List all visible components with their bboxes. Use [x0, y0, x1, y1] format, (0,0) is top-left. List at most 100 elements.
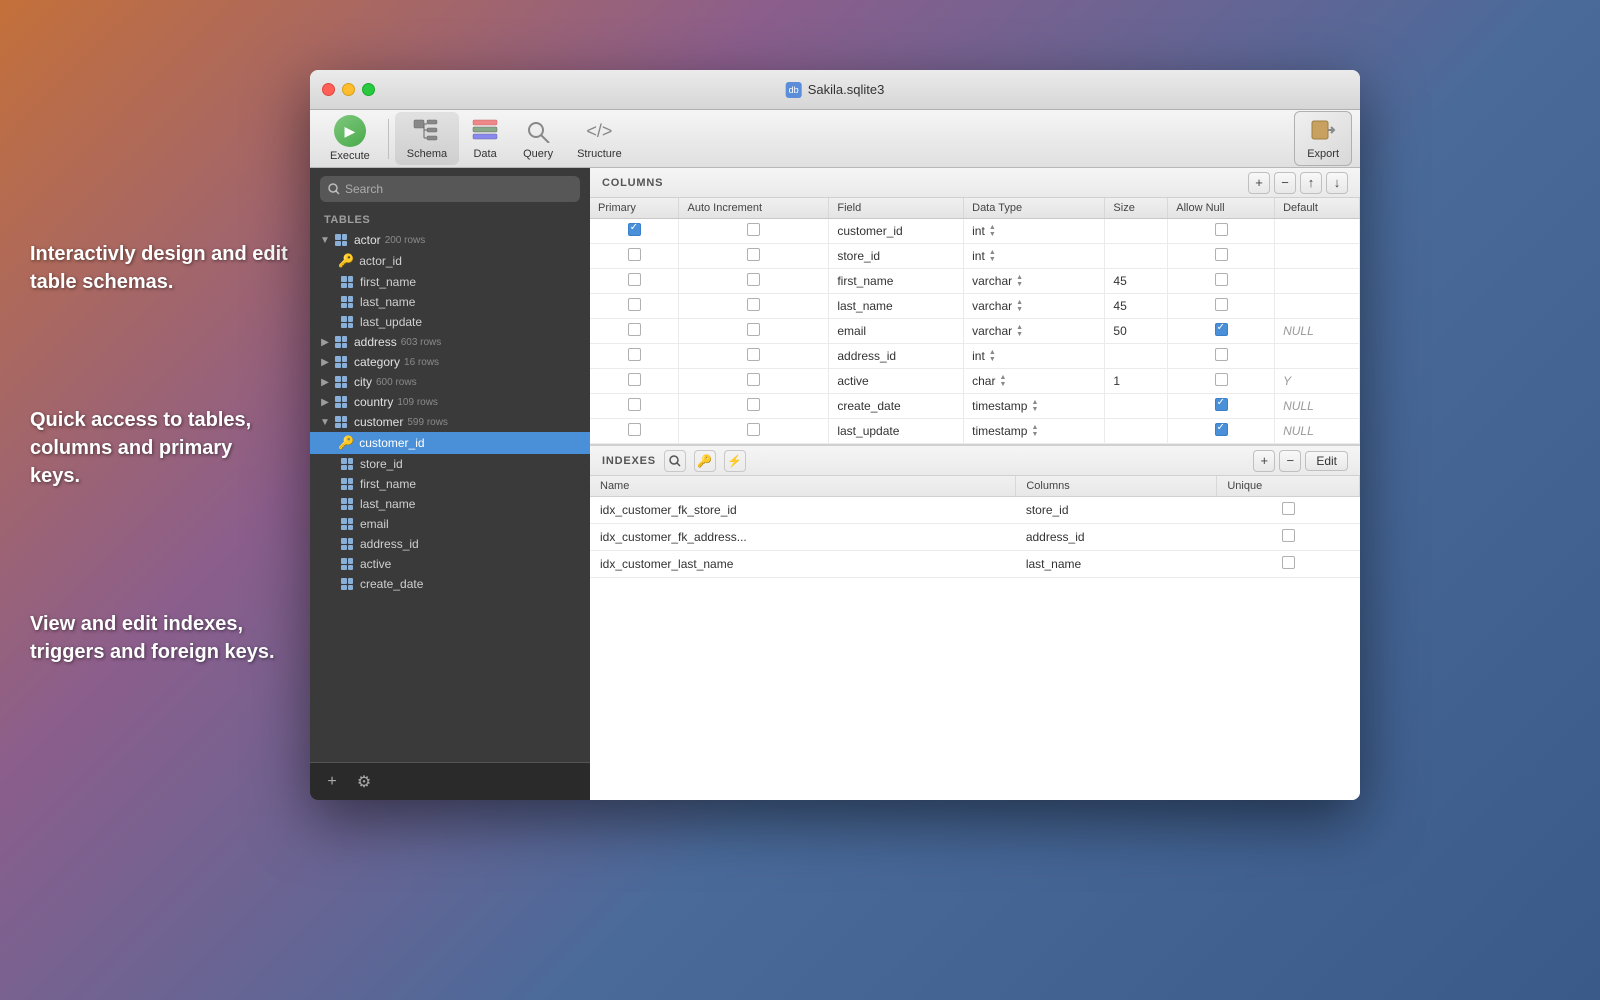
- remove-index-button[interactable]: −: [1279, 450, 1301, 472]
- unique-checkbox[interactable]: [1282, 556, 1295, 569]
- auto-inc-checkbox[interactable]: [747, 348, 760, 361]
- primary-checkbox[interactable]: [628, 348, 641, 361]
- move-down-button[interactable]: ↓: [1326, 172, 1348, 194]
- td-auto-inc[interactable]: [679, 294, 829, 319]
- td-auto-inc[interactable]: [679, 244, 829, 269]
- td-auto-inc[interactable]: [679, 344, 829, 369]
- auto-inc-checkbox[interactable]: [747, 248, 760, 261]
- tree-col-email[interactable]: email: [310, 514, 590, 534]
- primary-checkbox[interactable]: [628, 373, 641, 386]
- td-allow-null[interactable]: [1168, 344, 1275, 369]
- tree-col-address-id[interactable]: address_id: [310, 534, 590, 554]
- allow-null-checkbox[interactable]: [1215, 398, 1228, 411]
- primary-checkbox[interactable]: [628, 298, 641, 311]
- allow-null-checkbox[interactable]: [1215, 373, 1228, 386]
- settings-button[interactable]: ⚙: [352, 770, 376, 794]
- tree-table-actor[interactable]: ▼ actor 200 rows: [310, 230, 590, 250]
- primary-checkbox[interactable]: [628, 423, 641, 436]
- tree-table-category[interactable]: ▶ category 16 rows: [310, 352, 590, 372]
- type-stepper[interactable]: ▲▼: [1016, 298, 1026, 314]
- indexes-table-row[interactable]: idx_customer_fk_store_id store_id: [590, 497, 1360, 524]
- auto-inc-checkbox[interactable]: [747, 273, 760, 286]
- td-primary[interactable]: [590, 419, 679, 444]
- td-allow-null[interactable]: [1168, 269, 1275, 294]
- add-index-button[interactable]: +: [1253, 450, 1275, 472]
- auto-inc-checkbox[interactable]: [747, 298, 760, 311]
- td-primary[interactable]: [590, 369, 679, 394]
- tree-table-country[interactable]: ▶ country 109 rows: [310, 392, 590, 412]
- schema-button[interactable]: Schema: [395, 112, 459, 165]
- td-data-type[interactable]: int ▲▼: [964, 344, 1105, 369]
- type-stepper[interactable]: ▲▼: [999, 373, 1009, 389]
- tree-scroll[interactable]: ▼ actor 200 rows 🔑 actor_id first_name: [310, 230, 590, 762]
- edit-index-button[interactable]: Edit: [1305, 451, 1348, 471]
- td-auto-inc[interactable]: [679, 419, 829, 444]
- remove-column-button[interactable]: −: [1274, 172, 1296, 194]
- allow-null-checkbox[interactable]: [1215, 348, 1228, 361]
- td-primary[interactable]: [590, 344, 679, 369]
- columns-table-row[interactable]: first_name varchar ▲▼ 45: [590, 269, 1360, 294]
- td-allow-null[interactable]: [1168, 369, 1275, 394]
- query-button[interactable]: Query: [511, 112, 565, 165]
- add-column-button[interactable]: +: [1248, 172, 1270, 194]
- columns-table-row[interactable]: create_date timestamp ▲▼ NULL: [590, 394, 1360, 419]
- td-data-type[interactable]: timestamp ▲▼: [964, 394, 1105, 419]
- search-input[interactable]: [345, 182, 572, 196]
- key-index-button[interactable]: 🔑: [694, 450, 716, 472]
- type-stepper[interactable]: ▲▼: [1016, 323, 1026, 339]
- type-stepper[interactable]: ▲▼: [989, 348, 999, 364]
- td-data-type[interactable]: varchar ▲▼: [964, 269, 1105, 294]
- unique-checkbox[interactable]: [1282, 502, 1295, 515]
- auto-inc-checkbox[interactable]: [747, 423, 760, 436]
- td-primary[interactable]: [590, 319, 679, 344]
- type-stepper[interactable]: ▲▼: [1031, 398, 1041, 414]
- search-index-button[interactable]: [664, 450, 686, 472]
- allow-null-checkbox[interactable]: [1215, 223, 1228, 236]
- auto-inc-checkbox[interactable]: [747, 223, 760, 236]
- primary-checkbox[interactable]: [628, 223, 641, 236]
- tree-col-active[interactable]: active: [310, 554, 590, 574]
- columns-table-row[interactable]: customer_id int ▲▼: [590, 219, 1360, 244]
- td-primary[interactable]: [590, 269, 679, 294]
- type-stepper[interactable]: ▲▼: [989, 223, 999, 239]
- td-allow-null[interactable]: [1168, 244, 1275, 269]
- tree-col-create-date[interactable]: create_date: [310, 574, 590, 594]
- td-idx-unique[interactable]: [1217, 551, 1360, 578]
- columns-table-row[interactable]: address_id int ▲▼: [590, 344, 1360, 369]
- execute-button[interactable]: ▶ Execute: [318, 110, 382, 167]
- td-data-type[interactable]: varchar ▲▼: [964, 294, 1105, 319]
- move-up-button[interactable]: ↑: [1300, 172, 1322, 194]
- td-auto-inc[interactable]: [679, 219, 829, 244]
- tree-col-last-update-actor[interactable]: last_update: [310, 312, 590, 332]
- td-data-type[interactable]: int ▲▼: [964, 219, 1105, 244]
- auto-inc-checkbox[interactable]: [747, 323, 760, 336]
- tree-col-actor-id[interactable]: 🔑 actor_id: [310, 250, 590, 272]
- primary-checkbox[interactable]: [628, 248, 641, 261]
- structure-button[interactable]: </> Structure: [565, 112, 634, 165]
- columns-table-row[interactable]: email varchar ▲▼ 50 NULL: [590, 319, 1360, 344]
- unique-checkbox[interactable]: [1282, 529, 1295, 542]
- td-auto-inc[interactable]: [679, 269, 829, 294]
- auto-inc-checkbox[interactable]: [747, 373, 760, 386]
- td-auto-inc[interactable]: [679, 394, 829, 419]
- add-table-button[interactable]: +: [320, 770, 344, 794]
- td-primary[interactable]: [590, 244, 679, 269]
- td-auto-inc[interactable]: [679, 369, 829, 394]
- td-allow-null[interactable]: [1168, 319, 1275, 344]
- primary-checkbox[interactable]: [628, 323, 641, 336]
- type-stepper[interactable]: ▲▼: [1031, 423, 1041, 439]
- primary-checkbox[interactable]: [628, 273, 641, 286]
- td-data-type[interactable]: varchar ▲▼: [964, 319, 1105, 344]
- allow-null-checkbox[interactable]: [1215, 423, 1228, 436]
- tree-table-city[interactable]: ▶ city 600 rows: [310, 372, 590, 392]
- td-allow-null[interactable]: [1168, 219, 1275, 244]
- tree-col-last-name-actor[interactable]: last_name: [310, 292, 590, 312]
- indexes-table-row[interactable]: idx_customer_fk_address... address_id: [590, 524, 1360, 551]
- tree-col-first-name-actor[interactable]: first_name: [310, 272, 590, 292]
- columns-table-row[interactable]: active char ▲▼ 1 Y: [590, 369, 1360, 394]
- primary-checkbox[interactable]: [628, 398, 641, 411]
- close-button[interactable]: [322, 83, 335, 96]
- tree-col-last-name-cust[interactable]: last_name: [310, 494, 590, 514]
- columns-table-row[interactable]: last_update timestamp ▲▼ NULL: [590, 419, 1360, 444]
- allow-null-checkbox[interactable]: [1215, 323, 1228, 336]
